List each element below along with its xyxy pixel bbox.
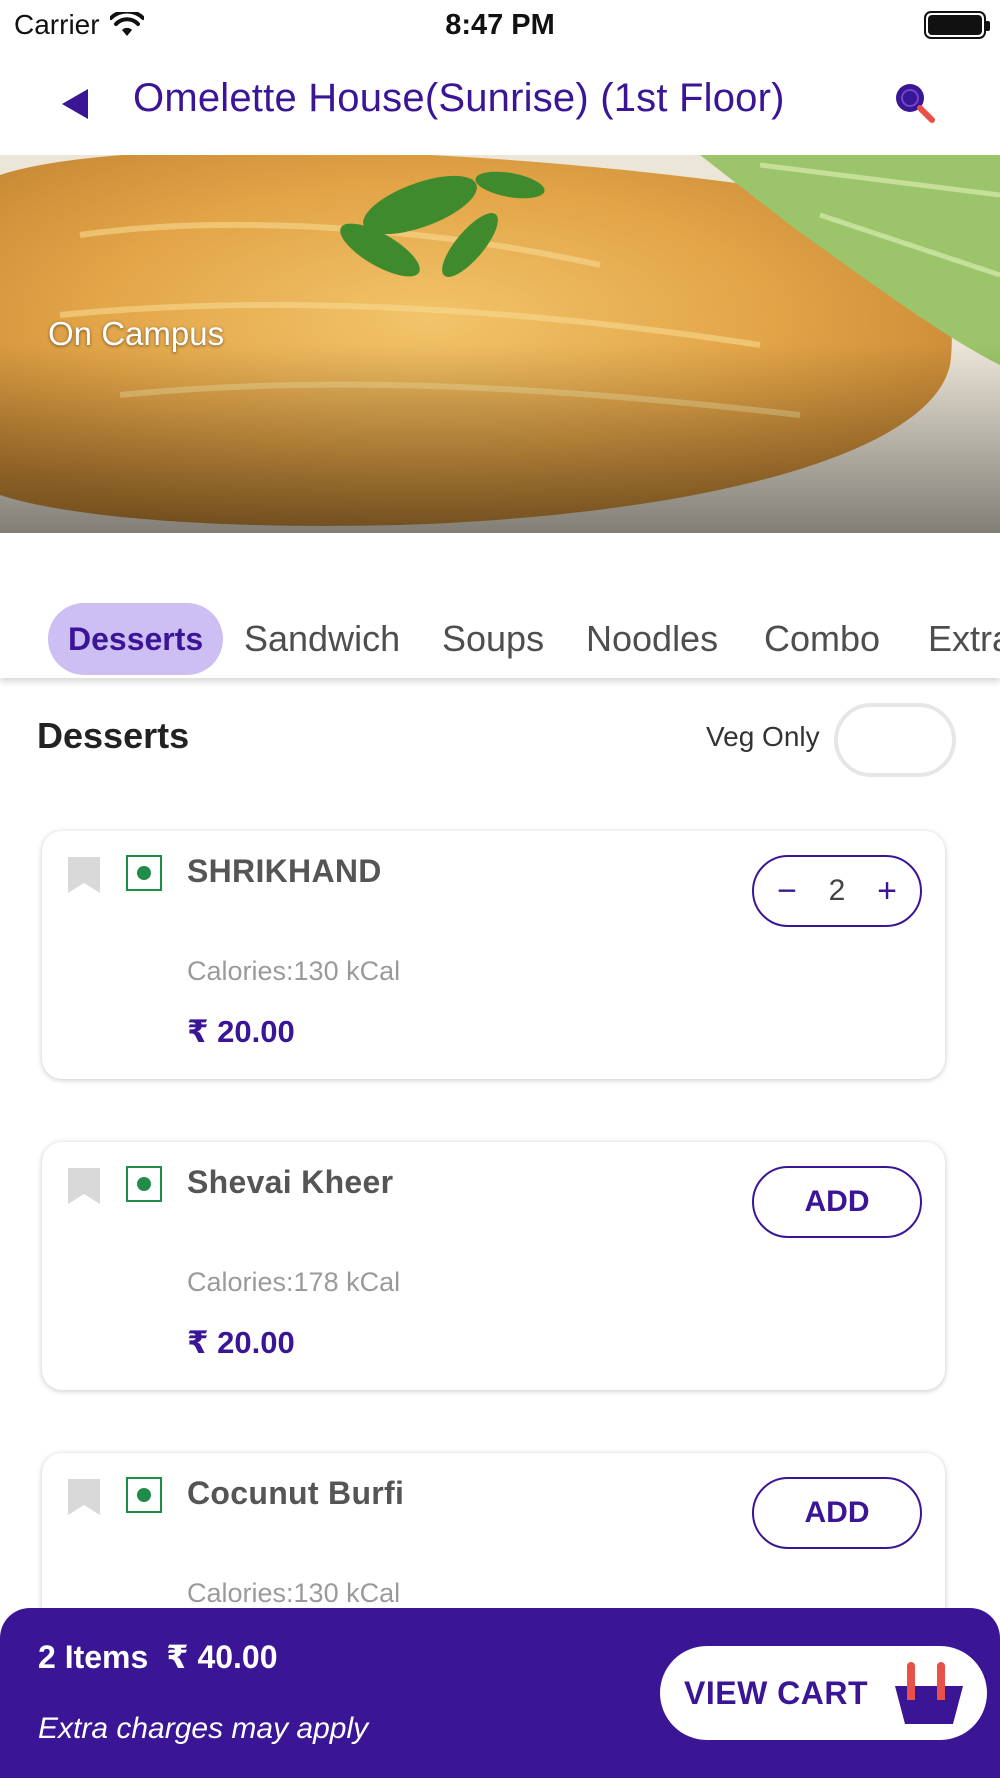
back-arrow-icon	[62, 89, 88, 119]
item-name: SHRIKHAND	[187, 853, 382, 889]
item-name: Cocunut Burfi	[187, 1475, 405, 1511]
veg-indicator-icon	[126, 855, 162, 891]
tab-combo[interactable]: Combo	[764, 603, 880, 675]
veg-only-toggle[interactable]	[834, 703, 956, 777]
view-cart-label: VIEW CART	[684, 1674, 869, 1711]
tab-sandwich[interactable]: Sandwich	[244, 603, 400, 675]
add-button[interactable]: ADD	[752, 1477, 922, 1549]
status-left: Carrier	[14, 9, 144, 41]
cart-bar: 2 Items ₹ 40.00 Extra charges may apply V…	[0, 1608, 1000, 1778]
add-button[interactable]: ADD	[752, 1166, 922, 1238]
quantity-value: 2	[828, 874, 846, 907]
menu-item-card: SHRIKHAND Calories:130 kCal ₹ 20.00 − 2 …	[42, 831, 945, 1079]
cart-note: Extra charges may apply	[38, 1712, 369, 1745]
hero-image: On Campus	[0, 155, 1000, 533]
carrier-label: Carrier	[14, 9, 100, 40]
back-button[interactable]	[55, 84, 95, 124]
bookmark-icon[interactable]	[66, 1477, 102, 1517]
item-price: ₹ 20.00	[187, 1014, 295, 1049]
veg-indicator-icon	[126, 1477, 162, 1513]
tab-desserts[interactable]: Desserts	[48, 603, 224, 675]
cart-summary: 2 Items ₹ 40.00	[38, 1638, 278, 1676]
item-price: ₹ 20.00	[187, 1325, 295, 1360]
veg-indicator-icon	[126, 1166, 162, 1202]
nav-bar: Omelette House(Sunrise) (1st Floor)	[0, 50, 1000, 155]
category-tabs: Desserts Sandwich Soups Noodles Combo Ex…	[0, 533, 1000, 678]
item-calories: Calories:130 kCal	[187, 956, 401, 986]
item-calories: Calories:130 kCal	[187, 1578, 401, 1608]
tab-extra[interactable]: Extra	[928, 603, 1000, 675]
cart-total: ₹ 40.00	[166, 1639, 278, 1675]
section-title: Desserts	[37, 715, 190, 756]
page-title: Omelette House(Sunrise) (1st Floor)	[133, 76, 785, 120]
bookmark-icon[interactable]	[66, 1166, 102, 1206]
increment-button[interactable]: +	[872, 872, 902, 911]
item-name: Shevai Kheer	[187, 1164, 394, 1200]
basket-icon	[895, 1662, 963, 1724]
view-cart-button[interactable]: VIEW CART	[660, 1646, 987, 1740]
cart-item-count: 2 Items	[38, 1639, 149, 1675]
location-label: On Campus	[48, 315, 225, 352]
tab-noodles[interactable]: Noodles	[586, 603, 718, 675]
search-icon	[896, 84, 935, 123]
status-bar: Carrier 8:47 PM	[0, 0, 1000, 50]
status-time: 8:47 PM	[445, 8, 555, 41]
veg-only-label: Veg Only	[706, 721, 820, 752]
bookmark-icon[interactable]	[66, 855, 102, 895]
search-button[interactable]	[890, 78, 940, 128]
battery-icon	[924, 11, 990, 39]
decrement-button[interactable]: −	[772, 872, 802, 911]
tab-soups[interactable]: Soups	[442, 603, 544, 675]
quantity-stepper: − 2 +	[752, 855, 922, 927]
wifi-icon	[109, 12, 144, 36]
item-calories: Calories:178 kCal	[187, 1267, 401, 1297]
menu-item-card: Shevai Kheer Calories:178 kCal ₹ 20.00 A…	[42, 1142, 945, 1390]
